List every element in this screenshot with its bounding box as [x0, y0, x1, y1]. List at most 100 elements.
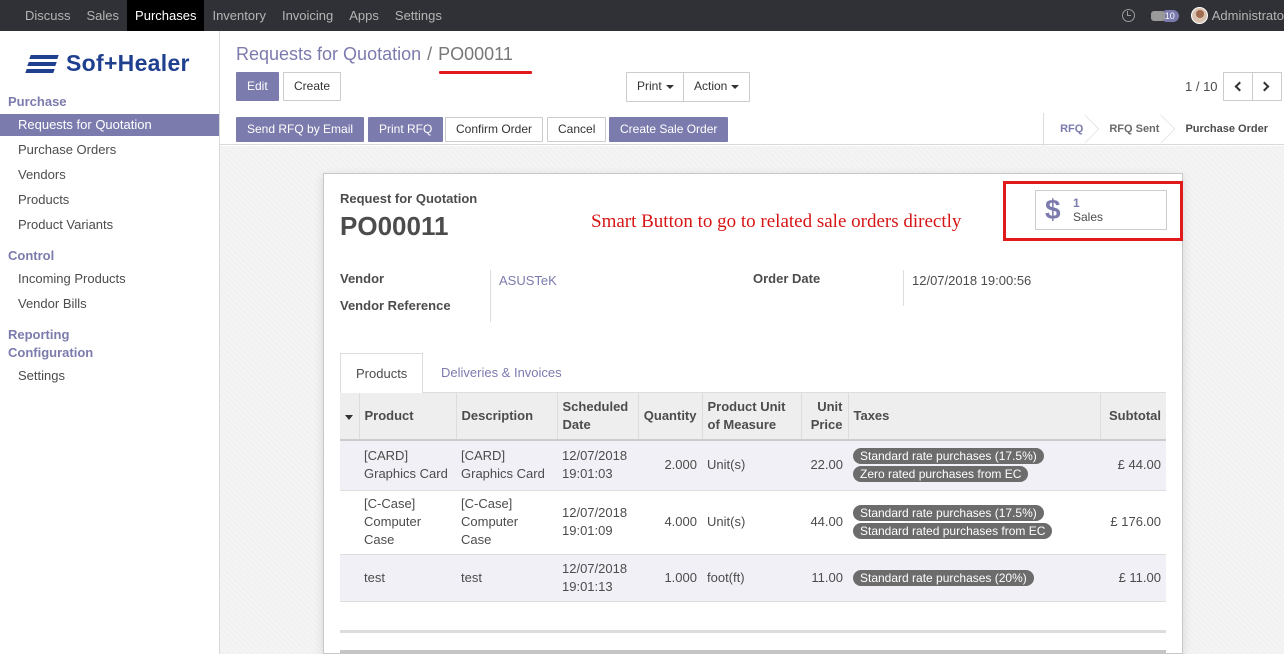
- breadcrumb: Requests for Quotation / PO00011: [236, 44, 513, 65]
- time-text: 19:01:03: [562, 466, 613, 482]
- print-rfq-button[interactable]: Print RFQ: [368, 117, 444, 142]
- cell-taxes: Standard rate purchases (20%): [848, 554, 1100, 602]
- cell-scheduled-date: 12/07/2018 19:01:13: [557, 554, 638, 602]
- column-uom[interactable]: Product Unit of Measure: [701, 393, 801, 441]
- sidebar-item-settings[interactable]: Settings: [0, 365, 219, 387]
- edit-button[interactable]: Edit: [236, 72, 279, 101]
- breadcrumb-parent[interactable]: Requests for Quotation: [236, 44, 421, 65]
- dollar-icon: $: [1045, 194, 1061, 225]
- description-text: Computer: [461, 514, 519, 529]
- sidebar-item-incoming-products[interactable]: Incoming Products: [0, 268, 219, 290]
- cell-unit-price: 22.00: [801, 440, 848, 491]
- pager-value[interactable]: 1 / 10: [1185, 79, 1218, 94]
- column-quantity[interactable]: Quantity: [637, 393, 702, 441]
- order-date-value[interactable]: 12/07/2018 19:00:56: [912, 273, 1031, 288]
- product-text: Graphics Card: [364, 466, 448, 482]
- sidebar-item-vendor-bills[interactable]: Vendor Bills: [0, 293, 219, 315]
- nav-sales[interactable]: Sales: [79, 0, 128, 31]
- column-product[interactable]: Product: [358, 393, 456, 441]
- order-lines-table: Product Description Scheduled Date Quanti…: [340, 393, 1166, 602]
- navbar-systray: 10 Administrato: [1121, 0, 1284, 31]
- product-text: Case: [364, 532, 395, 547]
- top-navbar: Discuss Sales Purchases Inventory Invoic…: [0, 0, 1284, 31]
- sidebar: Sof+Healer Purchase Requests for Quotati…: [0, 31, 220, 654]
- chat-icon[interactable]: [1150, 10, 1165, 21]
- action-dropdown[interactable]: Action: [683, 72, 751, 102]
- cell-subtotal: £ 11.00: [1100, 554, 1166, 602]
- nav-settings[interactable]: Settings: [387, 0, 450, 31]
- tab-products[interactable]: Products: [340, 353, 424, 394]
- product-text: [C-Case]: [364, 496, 416, 511]
- sales-count: 1: [1073, 196, 1080, 210]
- tab-deliveries-invoices[interactable]: Deliveries & Invoices: [426, 353, 577, 393]
- sidebar-item-products[interactable]: Products: [0, 189, 219, 211]
- form-sheet: Request for Quotation PO00011 Smart Butt…: [323, 173, 1183, 654]
- sidebar-item-purchase-orders[interactable]: Purchase Orders: [0, 139, 219, 161]
- nav-discuss[interactable]: Discuss: [0, 0, 79, 31]
- print-label: Print: [637, 79, 662, 93]
- pager-next-button[interactable]: [1252, 72, 1282, 101]
- menu-section-reporting[interactable]: Reporting: [0, 327, 69, 342]
- vendor-value[interactable]: ASUSTeK: [499, 273, 557, 288]
- caret-down-icon: [731, 84, 740, 89]
- table-footer-divider: [340, 630, 1166, 633]
- nav-inventory[interactable]: Inventory: [204, 0, 273, 31]
- product-text: [CARD]: [364, 448, 409, 464]
- softhealer-logo: Sof+Healer: [25, 50, 190, 77]
- nav-purchases[interactable]: Purchases: [127, 0, 205, 31]
- sidebar-item-rfq[interactable]: Requests for Quotation: [0, 114, 219, 136]
- status-step-purchase-order[interactable]: Purchase Order: [1169, 113, 1284, 146]
- sidebar-item-vendors[interactable]: Vendors: [0, 164, 219, 186]
- col-price-1: Unit: [817, 399, 843, 414]
- clock-icon[interactable]: [1121, 9, 1135, 22]
- cell-scheduled-date: 12/07/2018 19:01:03: [557, 440, 638, 491]
- table-row[interactable]: test test 12/07/2018 19:01:13 1.000 foot(…: [340, 554, 1166, 602]
- cancel-button[interactable]: Cancel: [547, 117, 607, 142]
- nav-apps[interactable]: Apps: [341, 0, 387, 31]
- user-menu[interactable]: Administrato: [1212, 8, 1284, 23]
- table-row[interactable]: [C-Case] Computer Case [C-Case] Computer Cas…: [340, 490, 1166, 555]
- sort-toggle[interactable]: [340, 393, 359, 441]
- column-subtotal[interactable]: Subtotal: [1099, 393, 1166, 441]
- cell-quantity: 4.000: [638, 490, 702, 555]
- order-date-label: Order Date: [753, 271, 821, 286]
- cell-quantity: 2.000: [638, 440, 702, 491]
- horizontal-scrollbar[interactable]: [340, 650, 1166, 654]
- sales-smart-button[interactable]: $ 1 Sales: [1035, 190, 1167, 230]
- form-statusbar: Send RFQ by Email Print RFQ Confirm Orde…: [220, 113, 1284, 146]
- cell-scheduled-date: 12/07/2018 19:01:09: [557, 490, 638, 555]
- sidebar-item-product-variants[interactable]: Product Variants: [0, 214, 219, 236]
- table-row[interactable]: [CARD] Graphics Card [CARD] Graphics Card …: [340, 440, 1166, 491]
- form-title: PO00011: [340, 211, 449, 241]
- col-sched-2: Date: [562, 417, 591, 432]
- description-text: Graphics Card: [461, 466, 545, 482]
- status-steps: RFQ RFQ Sent Purchase Order: [1043, 113, 1284, 146]
- print-dropdown[interactable]: Print: [626, 72, 685, 102]
- column-unit-price[interactable]: Unit Price: [800, 393, 848, 441]
- column-scheduled-date[interactable]: Scheduled Date: [556, 393, 638, 441]
- time-text: 19:01:09: [562, 523, 613, 538]
- nav-invoicing[interactable]: Invoicing: [274, 0, 341, 31]
- status-step-rfq-sent[interactable]: RFQ Sent: [1093, 113, 1176, 146]
- logo-mark-icon: [25, 53, 62, 75]
- main-content: Requests for Quotation / PO00011 Edit Cr…: [220, 31, 1284, 654]
- logo-text: Sof+Healer: [66, 50, 190, 76]
- confirm-order-button[interactable]: Confirm Order: [445, 117, 544, 142]
- avatar[interactable]: [1190, 7, 1208, 24]
- send-rfq-button[interactable]: Send RFQ by Email: [236, 117, 365, 142]
- status-step-po-label: Purchase Order: [1185, 123, 1268, 135]
- caret-down-icon: [665, 84, 674, 89]
- status-step-rfq[interactable]: RFQ: [1044, 113, 1100, 146]
- breadcrumb-separator: /: [427, 44, 433, 64]
- tax-tag: Standard rate purchases (17.5%): [853, 505, 1044, 521]
- pager-previous-button[interactable]: [1223, 72, 1253, 101]
- cell-uom: foot(ft): [702, 554, 801, 602]
- column-description[interactable]: Description: [455, 393, 557, 441]
- tax-tag: Zero rated purchases from EC: [853, 466, 1029, 483]
- create-button[interactable]: Create: [283, 72, 342, 101]
- column-taxes[interactable]: Taxes: [847, 393, 1100, 441]
- create-sale-order-button[interactable]: Create Sale Order: [609, 117, 729, 142]
- date-text: 12/07/2018: [562, 560, 628, 576]
- vendor-reference-label: Vendor Reference: [340, 298, 451, 313]
- vendor-label: Vendor: [340, 271, 385, 286]
